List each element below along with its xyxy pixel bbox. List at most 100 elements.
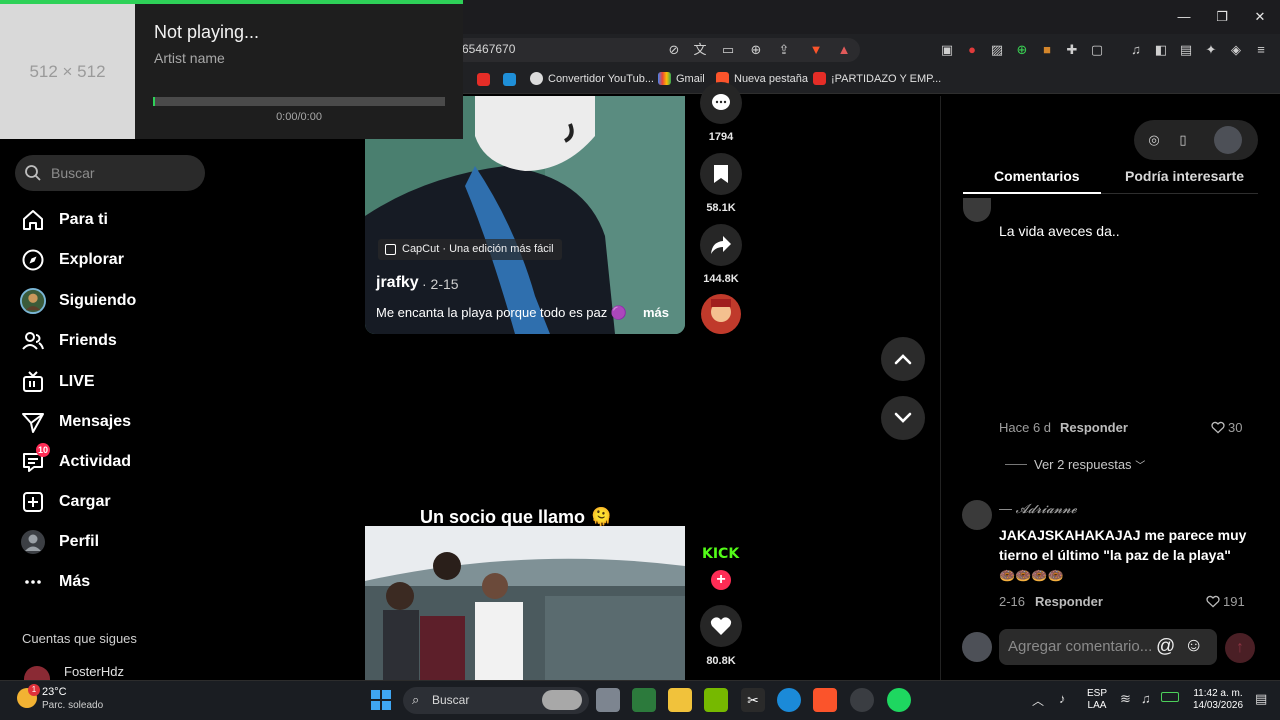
sound-avatar[interactable] <box>701 294 741 334</box>
comment-avatar[interactable] <box>962 500 992 530</box>
battery-icon[interactable] <box>1161 692 1179 702</box>
reply-button[interactable]: Responder <box>1060 420 1128 435</box>
bookmark-l-icon[interactable] <box>503 73 516 86</box>
friends-icon <box>20 328 46 354</box>
video-date: · 2-15 <box>422 276 459 292</box>
mention-icon[interactable]: @ <box>1156 636 1175 658</box>
reader-off-icon[interactable]: ⊘ <box>665 41 683 59</box>
brave-shield-icon[interactable]: ▼ <box>807 41 825 59</box>
comment-button[interactable] <box>700 82 742 124</box>
address-bar-text[interactable]: 65467670 <box>462 42 515 56</box>
video-author[interactable]: jrafky <box>376 274 419 292</box>
sidebar-search[interactable] <box>15 155 205 191</box>
sidebar-item-label: Explorar <box>59 251 124 268</box>
extension-box-icon[interactable]: ▢ <box>1088 41 1106 59</box>
comment-avatar[interactable] <box>963 198 991 222</box>
brave-browser-icon[interactable] <box>813 688 837 712</box>
extension-red-icon[interactable]: ● <box>963 41 981 59</box>
maximize-button[interactable]: ❐ <box>1209 6 1235 28</box>
view-replies-button[interactable]: Ver 2 respuestas ﹀ <box>1034 457 1145 472</box>
previous-video-button[interactable] <box>881 337 925 381</box>
vpn-shield-icon[interactable]: ◈ <box>1227 41 1245 59</box>
video-player-2[interactable] <box>365 526 685 680</box>
sidebar-item-friends[interactable]: Friends <box>20 326 117 356</box>
wifi-icon[interactable]: ≋ <box>1120 691 1131 707</box>
microphone-icon[interactable]: ♪ <box>1059 691 1066 706</box>
zoom-icon[interactable]: ⊕ <box>747 41 765 59</box>
brave-rewards-icon[interactable]: ▲ <box>835 41 853 59</box>
tab-podria-interesarte[interactable]: Podría interesarte <box>1125 168 1244 184</box>
send-comment-button[interactable]: ↑ <box>1225 633 1255 663</box>
extension-plus-icon[interactable]: ⊕ <box>1013 41 1031 59</box>
close-button[interactable]: ✕ <box>1247 6 1273 28</box>
volume-icon[interactable]: ♫ <box>1141 691 1151 706</box>
file-explorer-icon[interactable] <box>668 688 692 712</box>
capcut-tag[interactable]: CapCut · Una edición más fácil <box>378 239 562 260</box>
media-music-icon[interactable]: ♫ <box>1127 41 1145 59</box>
edge-icon[interactable] <box>777 688 801 712</box>
link-compass-icon[interactable]: ◎ <box>1145 131 1163 149</box>
comment-like-button[interactable]: 30 <box>1211 420 1242 435</box>
follow-plus-button[interactable]: + <box>711 570 731 590</box>
sidebar-toggle-icon[interactable]: ◧ <box>1152 41 1170 59</box>
weather-temperature[interactable]: 23°C <box>42 686 67 698</box>
share-button[interactable] <box>700 224 742 266</box>
bookmark-item[interactable]: Gmail <box>658 72 705 85</box>
sidebar-item-live[interactable]: LIVE <box>20 367 95 397</box>
caption-more-link[interactable]: más <box>643 305 669 320</box>
sidebar-item-perfil[interactable]: Perfil <box>20 527 99 557</box>
chevron-up-icon[interactable]: ︿ <box>1032 692 1044 709</box>
windows-start-icon[interactable] <box>371 690 391 710</box>
translate-icon[interactable]: 文 <box>691 41 709 59</box>
sidebar-item-explorar[interactable]: Explorar <box>20 245 124 275</box>
phone-icon[interactable]: ▯ <box>1174 131 1192 149</box>
comment-placeholder[interactable]: Agregar comentario... <box>1008 638 1152 655</box>
taskbar-search-label[interactable]: Buscar <box>432 693 469 707</box>
kick-logo[interactable]: KICK <box>702 546 740 570</box>
user-avatar[interactable] <box>1214 126 1242 154</box>
share-icon[interactable]: ⇪ <box>775 41 793 59</box>
next-video-button[interactable] <box>881 396 925 440</box>
extensions-puzzle-icon[interactable]: ✚ <box>1063 41 1081 59</box>
capcut-app-icon[interactable]: ✂ <box>741 688 765 712</box>
reply-button[interactable]: Responder <box>1035 594 1103 609</box>
following-account-name[interactable]: FosterHdz <box>64 664 124 679</box>
bookmark-item[interactable]: Convertidor YouTub... <box>530 72 654 85</box>
tab-comentarios[interactable]: Comentarios <box>994 168 1080 184</box>
sidebar-item-mensajes[interactable]: Mensajes <box>20 407 131 437</box>
sidebar-item-para-ti[interactable]: Para ti <box>20 205 108 235</box>
save-button[interactable] <box>700 153 742 195</box>
sidebar-item-cargar[interactable]: Cargar <box>20 487 111 517</box>
extension-orange-icon[interactable]: ■ <box>1038 41 1056 59</box>
spotify-icon[interactable] <box>887 688 911 712</box>
nvidia-icon[interactable] <box>704 688 728 712</box>
language-indicator[interactable]: ESP LAA <box>1084 688 1110 712</box>
minecraft-icon[interactable] <box>632 688 656 712</box>
cast-icon[interactable]: ▭ <box>719 41 737 59</box>
leo-ai-icon[interactable]: ✦ <box>1202 41 1220 59</box>
emoji-icon[interactable]: ☺ <box>1184 635 1203 657</box>
bookmark-youtube-icon[interactable] <box>477 73 490 86</box>
extension-image-icon[interactable]: ▨ <box>988 41 1006 59</box>
comment-like-button[interactable]: 191 <box>1206 594 1245 609</box>
extension-1-icon[interactable]: ▣ <box>938 41 956 59</box>
like-button[interactable] <box>700 605 742 647</box>
sidebar-item-actividad[interactable]: 10 Actividad <box>20 443 131 477</box>
bookmark-item[interactable]: ¡PARTIDAZO Y EMP... <box>813 72 941 85</box>
sidebar-item-mas[interactable]: Más <box>20 567 90 597</box>
comment-author[interactable]: — 𝓐𝓭𝓻𝓲𝓪𝓷𝓷𝓮 <box>999 501 1077 517</box>
clock[interactable]: 11:42 a. m. 14/03/2026 <box>1186 688 1250 712</box>
search-placeholder[interactable]: Buscar <box>51 165 95 181</box>
menu-icon[interactable]: ≡ <box>1252 41 1270 59</box>
notifications-icon[interactable]: ▤ <box>1255 691 1267 707</box>
wallet-icon[interactable]: ▤ <box>1177 41 1195 59</box>
search-highlight-icon <box>542 690 582 710</box>
following-avatar[interactable] <box>24 666 50 680</box>
sidebar-item-siguiendo[interactable]: Siguiendo <box>20 286 136 316</box>
app-circle-icon[interactable] <box>850 688 874 712</box>
task-view-icon[interactable] <box>596 688 620 712</box>
gmail-icon <box>658 72 671 85</box>
media-progress-bar[interactable] <box>153 97 445 106</box>
weather-description[interactable]: Parc. soleado <box>42 700 103 711</box>
minimize-button[interactable]: — <box>1171 6 1197 28</box>
